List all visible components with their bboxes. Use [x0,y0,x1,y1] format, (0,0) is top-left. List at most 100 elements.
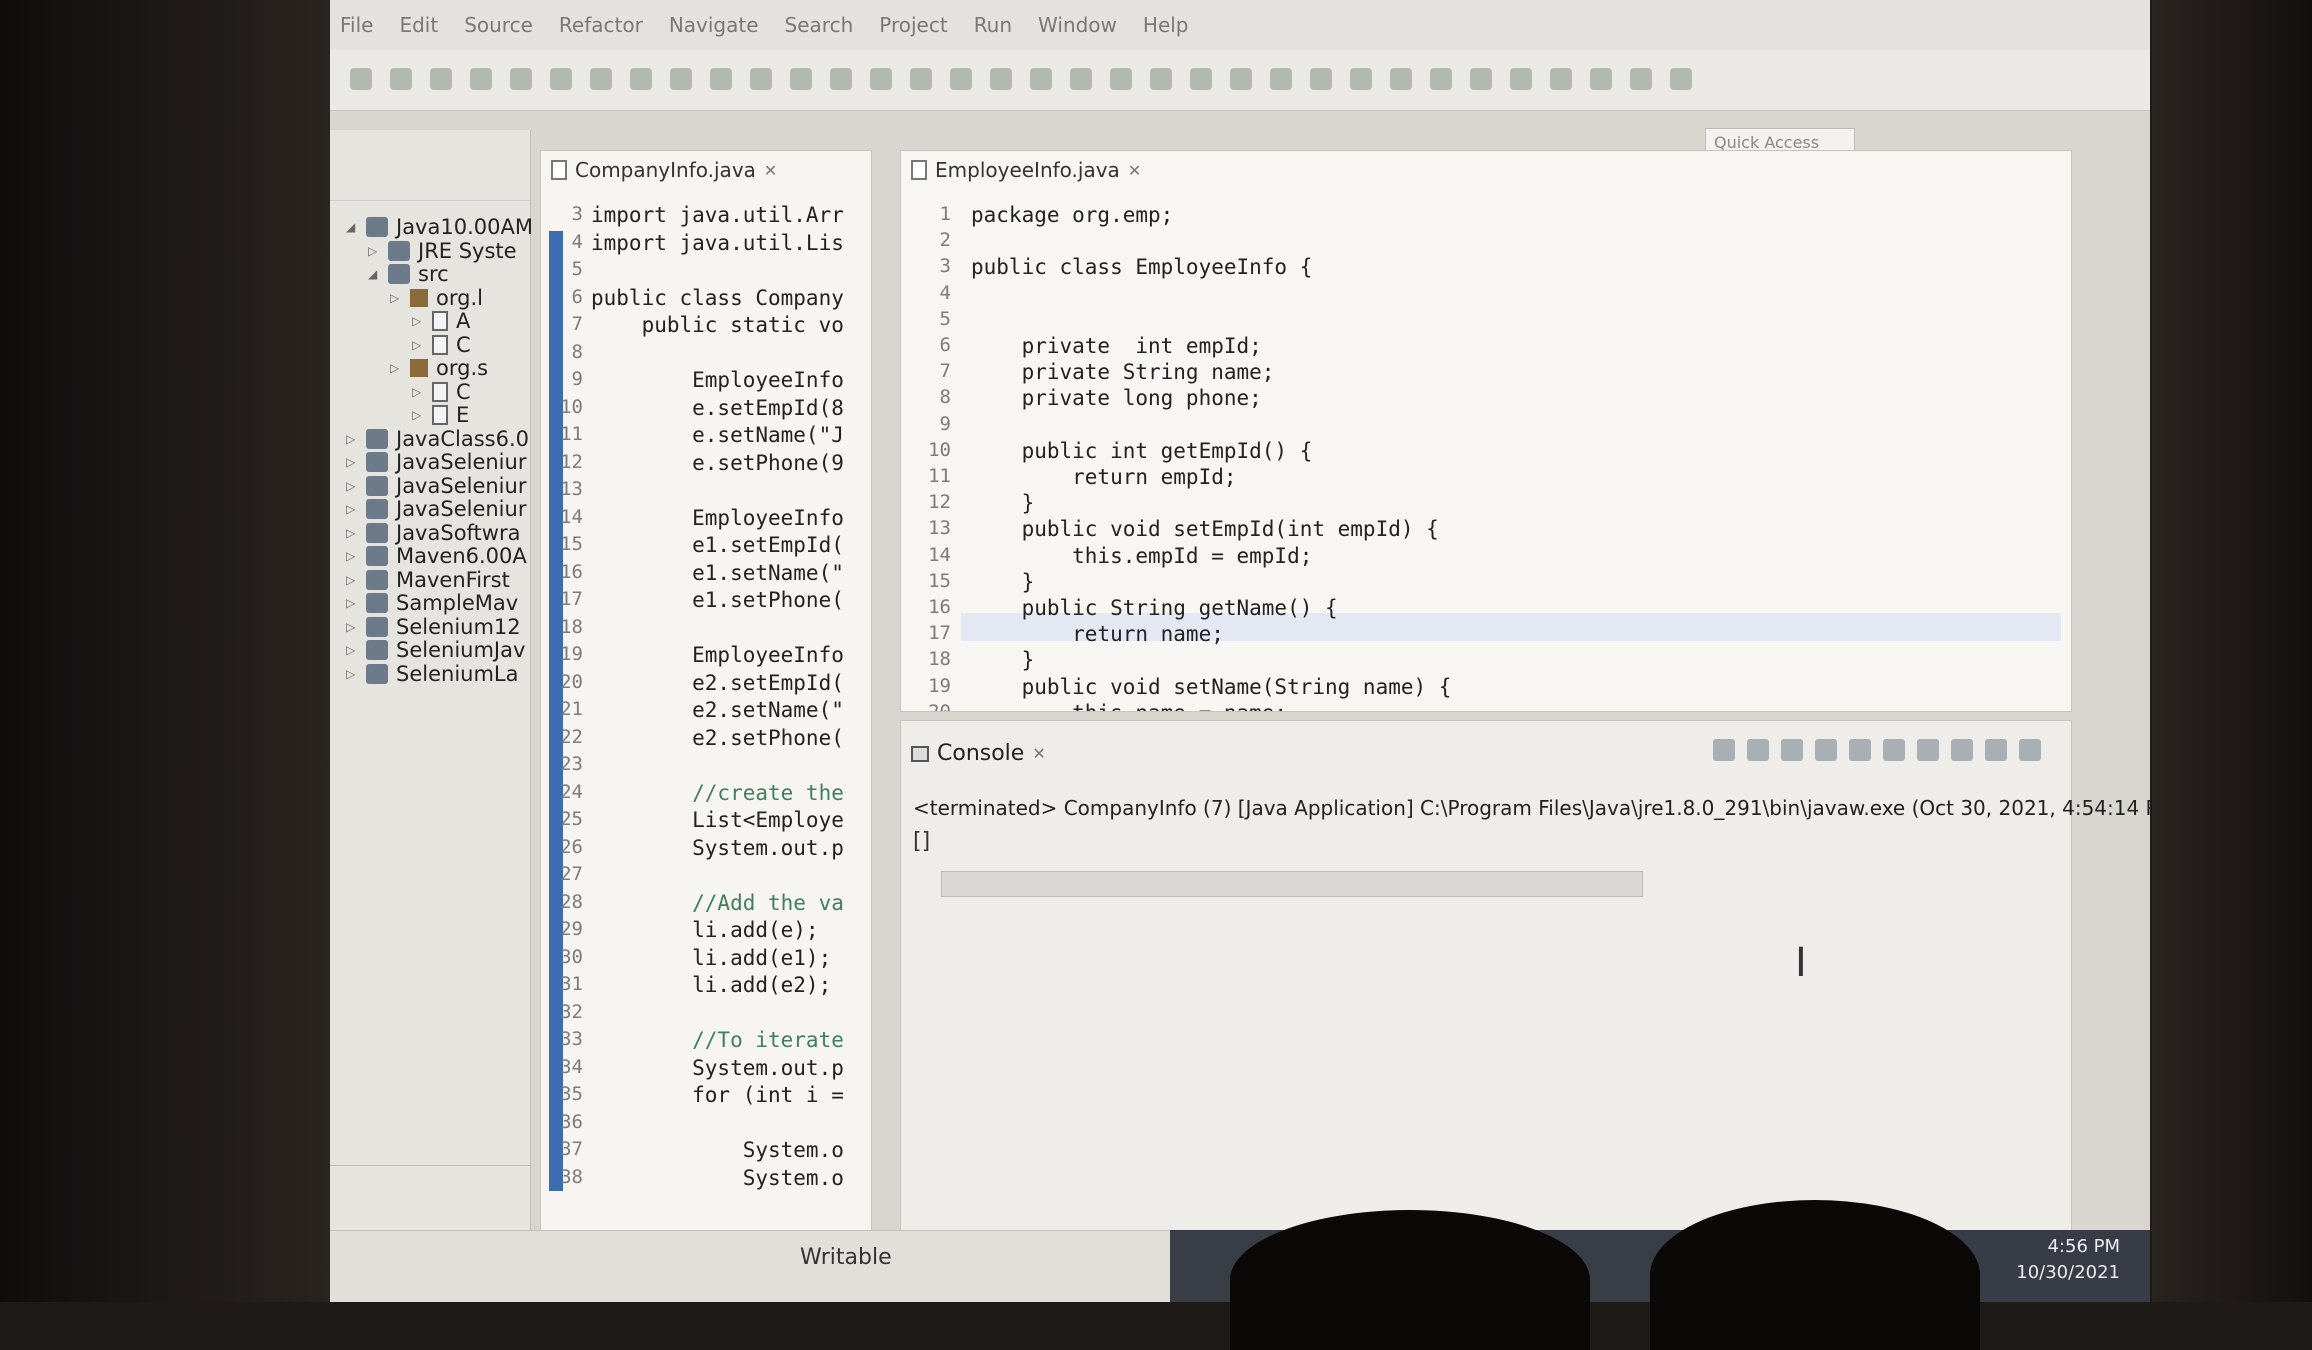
collapsed-arrow-icon[interactable]: ▷ [412,314,424,328]
display-console-icon[interactable] [1985,739,2007,761]
editor-employeeinfo[interactable]: EmployeeInfo.java ✕ 1 package org.emp; 2 3 p… [900,150,2072,712]
menu-window[interactable]: Window [1038,13,1117,37]
toolbar-button-icon[interactable] [350,68,372,90]
toolbar-button-icon[interactable] [590,68,612,90]
collapsed-arrow-icon[interactable]: ▷ [368,244,380,258]
toolbar-button-icon[interactable] [550,68,572,90]
tree-item-project[interactable]: ▷ SeleniumLa [346,659,518,689]
toolbar-button-icon[interactable] [1190,68,1212,90]
toolbar-button-icon[interactable] [1070,68,1092,90]
close-icon[interactable]: ✕ [764,161,777,180]
collapsed-arrow-icon[interactable]: ▷ [390,291,402,305]
line-number: 14 [928,543,951,566]
expanded-arrow-icon[interactable]: ◢ [346,220,358,234]
collapsed-arrow-icon[interactable]: ▷ [412,408,424,422]
toolbar-button-icon[interactable] [1310,68,1332,90]
toolbar-button-icon[interactable] [1430,68,1452,90]
collapsed-arrow-icon[interactable]: ▷ [346,596,358,610]
toolbar-button-icon[interactable] [990,68,1012,90]
toolbar-button-icon[interactable] [830,68,852,90]
show-console-icon[interactable] [1917,739,1939,761]
menu-edit[interactable]: Edit [399,13,438,37]
toolbar-button-icon[interactable] [1510,68,1532,90]
tab-employeeinfo[interactable]: EmployeeInfo.java ✕ [901,151,1151,189]
expanded-arrow-icon[interactable]: ◢ [368,267,380,281]
remove-launch-icon[interactable] [1747,739,1769,761]
terminate-icon[interactable] [1713,739,1735,761]
toolbar-button-icon[interactable] [470,68,492,90]
line-number: 27 [560,863,583,885]
toolbar-button-icon[interactable] [1230,68,1252,90]
background-dark-left [0,0,330,1302]
code-line: import java.util.Lis [591,230,844,255]
scroll-lock-icon[interactable] [1849,739,1871,761]
line-number: 8 [939,386,951,409]
collapsed-arrow-icon[interactable]: ▷ [346,667,358,681]
file-icon [432,381,448,402]
projected-screen: File Edit Source Refactor Navigate Search Proj… [330,0,2150,1302]
console-hscrollbar[interactable] [941,871,1643,897]
toolbar-button-icon[interactable] [1470,68,1492,90]
menu-search[interactable]: Search [785,13,854,37]
audience-head [1230,1210,1590,1350]
toolbar-button-icon[interactable] [950,68,972,90]
code-line: li.add(e); [591,918,819,942]
toolbar-button-icon[interactable] [1110,68,1132,90]
toolbar-button-icon[interactable] [750,68,772,90]
collapsed-arrow-icon[interactable]: ▷ [346,620,358,634]
collapsed-arrow-icon[interactable]: ▷ [412,385,424,399]
menu-file[interactable]: File [340,13,373,37]
toolbar-button-icon[interactable] [790,68,812,90]
tab-companyinfo[interactable]: CompanyInfo.java ✕ [541,151,787,189]
toolbar-button-icon[interactable] [710,68,732,90]
toolbar-button-icon[interactable] [870,68,892,90]
menu-navigate[interactable]: Navigate [669,13,759,37]
tree-item-label: SeleniumLa [396,661,519,686]
toolbar-button-icon[interactable] [670,68,692,90]
toolbar-button-icon[interactable] [1390,68,1412,90]
code-line: li.add(e1); [591,945,832,970]
remove-all-icon[interactable] [1781,739,1803,761]
toolbar-button-icon[interactable] [910,68,932,90]
explorer-scrollbar[interactable] [330,1165,530,1200]
toolbar-button-icon[interactable] [1550,68,1572,90]
close-icon[interactable]: ✕ [1032,744,1045,763]
collapsed-arrow-icon[interactable]: ▷ [346,643,358,657]
menu-source[interactable]: Source [464,13,533,37]
editor-companyinfo[interactable]: CompanyInfo.java ✕ 3 import java.util.Arr… [540,150,872,1242]
line-number: 24 [560,780,583,803]
collapsed-arrow-icon[interactable]: ▷ [346,432,358,446]
toolbar-button-icon[interactable] [1270,68,1292,90]
word-wrap-icon[interactable] [1883,739,1905,761]
code-line: System.o [591,1138,844,1162]
menu-run[interactable]: Run [974,13,1012,37]
toolbar-button-icon[interactable] [630,68,652,90]
pin-console-icon[interactable] [1951,739,1973,761]
menu-help[interactable]: Help [1143,13,1189,37]
toolbar-button-icon[interactable] [1150,68,1172,90]
toolbar-button-icon[interactable] [430,68,452,90]
clear-console-icon[interactable] [1815,739,1837,761]
toolbar-button-icon[interactable] [1030,68,1052,90]
toolbar-button-icon[interactable] [1630,68,1652,90]
collapsed-arrow-icon[interactable]: ▷ [346,549,358,563]
open-console-icon[interactable] [2019,739,2041,761]
tab-console[interactable]: Console ✕ [911,741,1046,766]
toolbar-button-icon[interactable] [1670,68,1692,90]
collapsed-arrow-icon[interactable]: ▷ [346,502,358,516]
close-icon[interactable]: ✕ [1128,161,1141,180]
collapsed-arrow-icon[interactable]: ▷ [346,526,358,540]
menu-project[interactable]: Project [879,13,947,37]
toolbar-button-icon[interactable] [510,68,532,90]
collapsed-arrow-icon[interactable]: ▷ [346,455,358,469]
collapsed-arrow-icon[interactable]: ▷ [346,479,358,493]
toolbar-button-icon[interactable] [1350,68,1372,90]
collapsed-arrow-icon[interactable]: ▷ [346,573,358,587]
collapsed-arrow-icon[interactable]: ▷ [412,338,424,352]
toolbar-button-icon[interactable] [390,68,412,90]
line-number: 33 [560,1028,583,1050]
collapsed-arrow-icon[interactable]: ▷ [390,361,402,375]
toolbar-button-icon[interactable] [1590,68,1612,90]
line-number: 7 [571,313,583,335]
menu-refactor[interactable]: Refactor [559,13,643,37]
